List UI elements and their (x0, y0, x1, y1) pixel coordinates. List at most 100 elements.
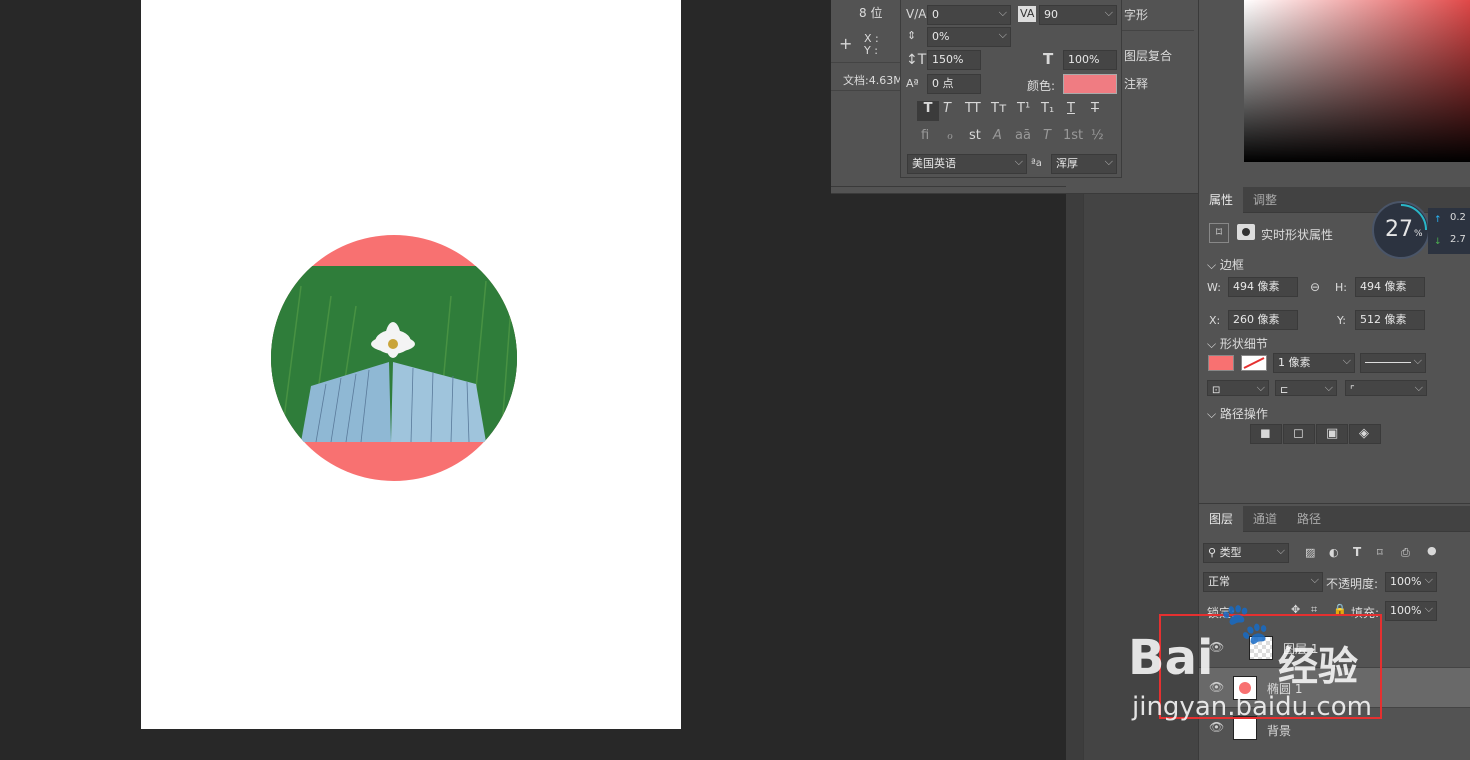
adjustment-filter-icon[interactable]: ◐ (1329, 545, 1339, 561)
stroke-caps-select[interactable]: ⊏ (1275, 380, 1337, 396)
w-label: W: (1207, 281, 1221, 294)
pixel-filter-icon[interactable]: ▨ (1305, 545, 1315, 561)
type-filter-icon[interactable]: T (1353, 544, 1361, 560)
shape-filter-icon[interactable]: ⌑ (1377, 545, 1383, 561)
baseline-shift-icon: Aª (906, 77, 919, 90)
shape-properties-icon[interactable]: ⌑ (1209, 223, 1229, 243)
filter-toggle-icon[interactable]: ● (1427, 543, 1437, 559)
y-field[interactable]: 512 像素 (1355, 310, 1425, 330)
discretionary-ligatures-button[interactable]: st (969, 128, 981, 144)
panel-divider (1066, 194, 1084, 760)
tab-paths[interactable]: 路径 (1287, 506, 1331, 532)
y-coord-label: Y : (864, 44, 878, 57)
tab-adjustments[interactable]: 调整 (1243, 187, 1287, 213)
stroke-type-select[interactable] (1360, 353, 1426, 373)
ellipse-shape[interactable] (271, 235, 517, 481)
antialias-icon: ªa (1031, 158, 1042, 169)
opacity-label: 不透明度: (1326, 577, 1379, 591)
layer-filter-select[interactable]: ⚲ 类型 (1203, 543, 1289, 563)
tab-layers[interactable]: 图层 (1199, 506, 1244, 532)
layer-name[interactable]: 背景 (1267, 722, 1291, 739)
x-field[interactable]: 260 像素 (1228, 310, 1298, 330)
smart-object-filter-icon[interactable]: ⎙ (1401, 545, 1410, 561)
kerning-icon: VA (1018, 6, 1037, 22)
blend-mode-select[interactable]: 正常 (1203, 572, 1323, 592)
width-field[interactable]: 494 像素 (1228, 277, 1298, 297)
faux-bold-button[interactable]: T (917, 101, 939, 121)
bit-depth: 8 位 (859, 6, 883, 20)
leading-field[interactable]: 150% (927, 50, 981, 70)
exclude-overlap-button[interactable]: ◈ (1349, 424, 1381, 444)
titling-button[interactable]: T (1043, 128, 1051, 144)
tab-properties[interactable]: 属性 (1199, 187, 1244, 213)
tracking-icon: V/A (906, 7, 927, 21)
side-item-notes[interactable]: 注释 (1124, 75, 1148, 92)
download-speed: 2.7 (1450, 234, 1466, 245)
download-arrow-icon: ↓ (1434, 237, 1442, 247)
horizontal-scale-icon: T (1043, 50, 1054, 68)
swash-button[interactable]: A (993, 128, 1002, 144)
upload-arrow-icon: ↑ (1434, 215, 1442, 225)
language-select[interactable]: 美国英语 (907, 154, 1027, 174)
antialias-select[interactable]: 浑厚 (1051, 154, 1117, 174)
path-ops-section[interactable]: ⌵ 路径操作 (1207, 405, 1268, 422)
fill-color-swatch[interactable] (1208, 355, 1234, 371)
intersect-shapes-button[interactable]: ▣ (1316, 424, 1348, 444)
shape-details-section[interactable]: ⌵ 形状细节 (1207, 335, 1268, 352)
tracking-field[interactable]: 0 (927, 5, 1011, 25)
document-canvas[interactable] (141, 0, 681, 729)
subscript-button[interactable]: T₁ (1041, 101, 1054, 117)
stylistic-alternates-button[interactable]: aā (1015, 128, 1031, 144)
h-label: H: (1335, 281, 1347, 294)
ordinals-button[interactable]: 1st (1063, 128, 1083, 144)
fractions-button[interactable]: ½ (1091, 128, 1104, 144)
all-caps-button[interactable]: TT (965, 101, 981, 117)
network-speed-box: ↑ 0.2 ↓ 2.7 (1428, 208, 1470, 254)
height-field[interactable]: 494 像素 (1355, 277, 1425, 297)
vertical-scale-field[interactable]: 0% (927, 27, 1011, 47)
side-panel-list: 字形 图层复合 注释 (1122, 0, 1198, 100)
strikethrough-button[interactable]: T (1091, 101, 1099, 117)
horizontal-scale-field[interactable]: 100% (1063, 50, 1117, 70)
book-flower-photo (271, 266, 517, 442)
old-style-button[interactable]: ℴ (947, 128, 953, 144)
baseline-shift-field[interactable]: 0 点 (927, 74, 981, 94)
kerning-field[interactable]: 90 (1039, 5, 1117, 25)
stroke-color-swatch[interactable] (1241, 355, 1267, 371)
side-item-layer-comps[interactable]: 图层复合 (1124, 47, 1172, 64)
layers-tabbar: 图层 通道 路径 (1199, 506, 1470, 532)
subtract-front-button[interactable]: ◻ (1283, 424, 1315, 444)
combine-shapes-button[interactable]: ◼ (1250, 424, 1282, 444)
faux-italic-button[interactable]: T (943, 101, 951, 117)
stroke-align-select[interactable]: ⊡ (1207, 380, 1269, 396)
text-color-swatch[interactable] (1063, 74, 1117, 94)
link-icon[interactable]: ⊖ (1310, 279, 1320, 295)
stroke-corners-select[interactable]: ⌜ (1345, 380, 1427, 396)
opentype-buttons-row: fi ℴ st A aā T 1st ½ (921, 128, 1121, 148)
tab-channels[interactable]: 通道 (1243, 506, 1287, 532)
upload-speed: 0.2 (1450, 212, 1466, 223)
vertical-scale-icon: ⇕ (907, 29, 917, 42)
shape-properties-title: 实时形状属性 (1261, 228, 1334, 242)
annotation-highlight-box (1159, 614, 1382, 719)
performance-gauge: 27 % (1372, 201, 1430, 259)
search-icon: ⚲ (1208, 546, 1220, 559)
opacity-field[interactable]: 100% (1385, 572, 1437, 592)
color-picker-field[interactable] (1244, 0, 1470, 162)
crosshair-icon: + (839, 34, 853, 53)
underline-button[interactable]: T (1067, 101, 1075, 117)
gauge-value: 27 (1385, 217, 1413, 242)
superscript-button[interactable]: T¹ (1017, 101, 1030, 117)
gauge-unit: % (1414, 229, 1423, 239)
fill-field[interactable]: 100% (1385, 601, 1437, 621)
bounds-section[interactable]: ⌵ 边框 (1207, 256, 1244, 273)
stroke-width-field[interactable]: 1 像素 (1273, 353, 1355, 373)
mask-properties-icon[interactable] (1237, 224, 1255, 240)
ligatures-button[interactable]: fi (921, 128, 929, 144)
x-label: X: (1209, 314, 1221, 327)
visibility-eye-icon[interactable]: 👁 (1209, 720, 1224, 734)
small-caps-button[interactable]: Tт (991, 101, 1007, 117)
layer-thumbnail (1233, 716, 1257, 740)
side-item-glyphs[interactable]: 字形 (1124, 6, 1148, 23)
y-label: Y: (1337, 314, 1346, 327)
